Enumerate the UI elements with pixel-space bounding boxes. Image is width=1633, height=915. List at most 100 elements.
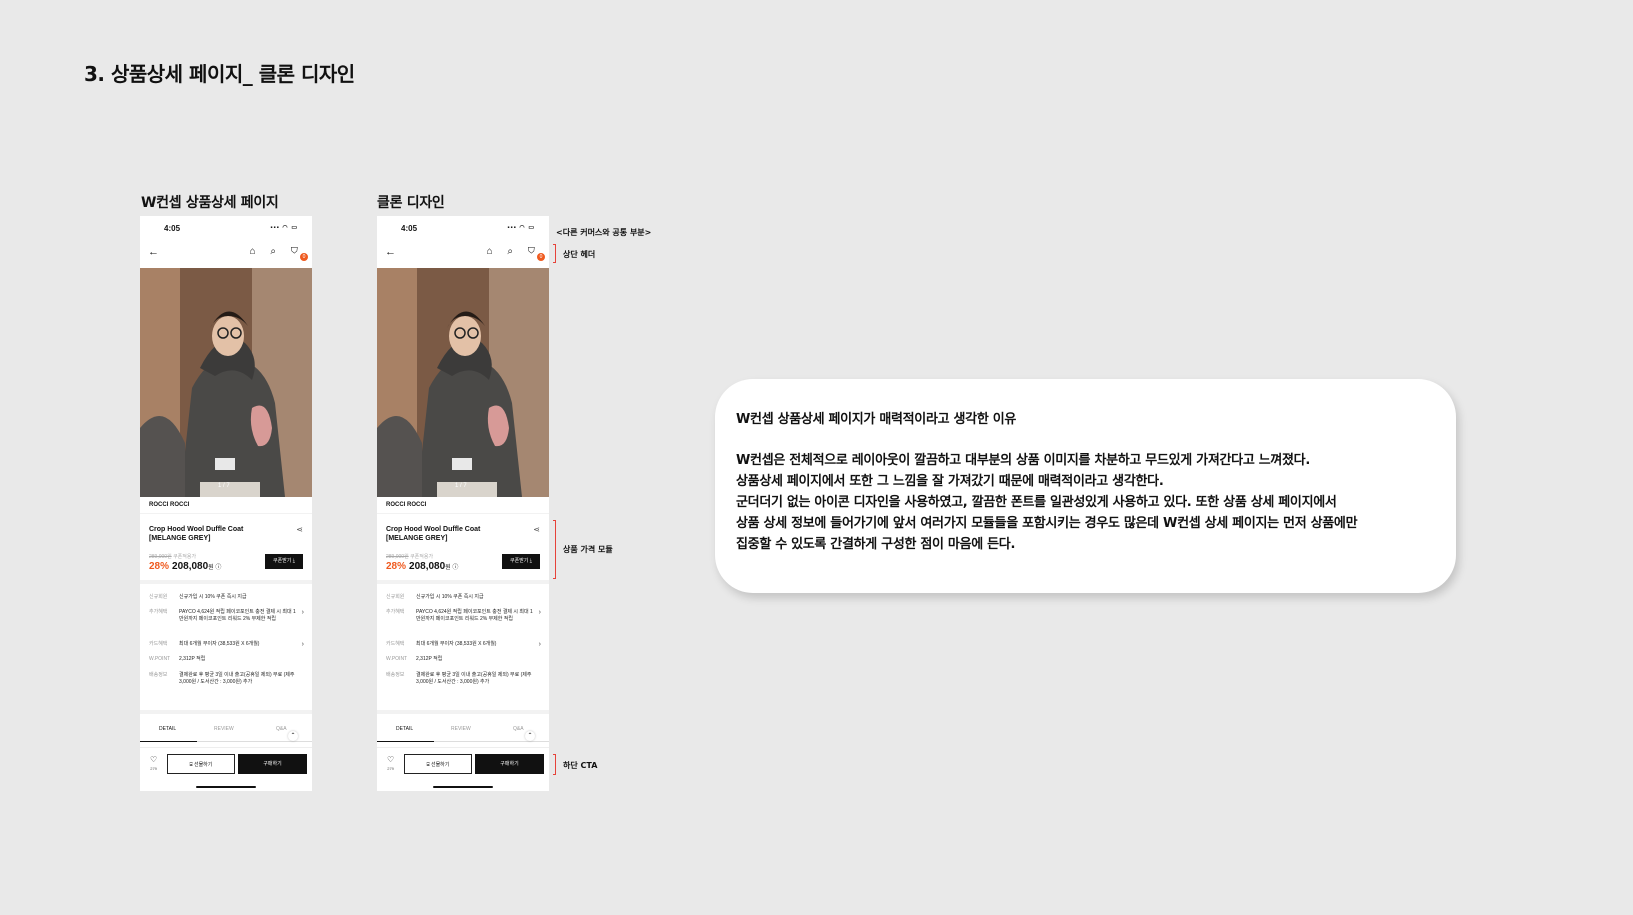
discount-rate: 28% [386, 561, 407, 572]
header-icons[interactable]: ⌂ ⌕ ⛉ [250, 246, 304, 257]
product-photo[interactable]: 1 / 7 [140, 268, 312, 497]
tab-detail[interactable]: DETAIL [396, 726, 413, 732]
back-arrow-icon[interactable]: ← [148, 246, 159, 258]
info-value: 신규가입 시 10% 쿠폰 즉시 지급 [416, 594, 484, 600]
info-value: 결제완료 후 평균 3일 이내 출고(공휴일 제외) 무료 (제주 3,000원… [179, 672, 295, 685]
price-unit: 원 ⓘ [445, 565, 459, 571]
heart-icon: ♡ [150, 755, 158, 764]
card-heading: W컨셉 상품상세 페이지가 매력적이라고 생각한 이유 [736, 412, 1017, 427]
card-body: W컨셉은 전체적으로 레이아웃이 깔끔하고 대부분의 상품 이미지를 차분하고 … [736, 450, 1436, 555]
gift-button[interactable]: ⌸ 선물하기 [167, 754, 235, 774]
card-line: W컨셉은 전체적으로 레이아웃이 깔끔하고 대부분의 상품 이미지를 차분하고 … [736, 453, 1310, 468]
info-key: 추가혜택 [386, 609, 405, 615]
original-price: 289,000원 [149, 554, 172, 560]
product-photo[interactable]: 1 / 7 [377, 268, 549, 497]
info-value: 최대 6개월 무이자 (38,533원 X 6개월) [179, 641, 260, 647]
product-photo-illustration [377, 268, 549, 497]
info-value: 최대 6개월 무이자 (38,533원 X 6개월) [416, 641, 497, 647]
product-name: Crop Hood Wool Duffle Coat [MELANGE GREY… [386, 526, 481, 542]
tab-underline [140, 741, 197, 742]
detail-tabs: DETAIL REVIEW Q&A [377, 719, 549, 742]
brand-name[interactable]: ROCCI ROCCI [386, 502, 426, 508]
page-title: 3. 상품상세 페이지_ 클론 디자인 [84, 62, 355, 86]
cta-bracket [553, 754, 556, 775]
buy-button[interactable]: 구매하기 [238, 754, 307, 774]
info-key: 배송정보 [149, 672, 168, 678]
card-line: 상품 상세 정보에 들어가기에 앞서 여러가지 모듈들을 포함시키는 경우도 많… [736, 516, 1358, 531]
discount-rate: 28% [149, 561, 170, 572]
original-price-note: 쿠폰적용가 [173, 554, 197, 560]
wishlist-button[interactable]: ♡ 279 [387, 755, 394, 773]
info-value: 결제완료 후 평균 3일 이내 출고(공휴일 제외) 무료 (제주 3,000원… [416, 672, 532, 685]
tab-review[interactable]: REVIEW [214, 726, 234, 732]
status-bar: 4:05 ▪▪▪ ◠ ▭ [377, 216, 549, 240]
status-bar: 4:05 ▪▪▪ ◠ ▭ [140, 216, 312, 240]
top-header: ← ⌂ ⌕ ⛉ 0 [140, 240, 312, 268]
chevron-right-icon[interactable]: › [302, 609, 304, 616]
gift-button[interactable]: ⌸ 선물하기 [404, 754, 472, 774]
chevron-right-icon[interactable]: › [539, 609, 541, 616]
brand-name[interactable]: ROCCI ROCCI [149, 502, 189, 508]
tab-qna[interactable]: Q&A [276, 726, 287, 732]
scroll-up-icon[interactable]: ⌃ [288, 731, 298, 741]
tab-qna[interactable]: Q&A [513, 726, 524, 732]
wishlist-button[interactable]: ♡ 279 [150, 755, 157, 773]
header-bracket [553, 244, 556, 263]
status-time: 4:05 [164, 224, 181, 233]
info-key: W.POINT [149, 656, 171, 662]
buy-button[interactable]: 구매하기 [475, 754, 544, 774]
top-header: ← ⌂ ⌕ ⛉ 0 [377, 240, 549, 268]
share-icon[interactable]: ⋖ [296, 525, 303, 534]
clone-column-title: 클론 디자인 [377, 195, 445, 211]
home-indicator [433, 786, 493, 788]
original-phone-screen: 4:05 ▪▪▪ ◠ ▭ ← ⌂ ⌕ ⛉ 0 1 / 7 ROCCI ROCCI… [140, 216, 312, 791]
info-value: 신규가입 시 10% 쿠폰 즉시 지급 [179, 594, 247, 600]
heart-icon: ♡ [387, 755, 395, 764]
section-divider [377, 710, 549, 714]
price-unit: 원 ⓘ [208, 565, 222, 571]
detail-tabs: DETAIL REVIEW Q&A [140, 719, 312, 742]
share-icon[interactable]: ⋖ [533, 525, 540, 534]
section-divider [377, 580, 549, 584]
photo-counter: 1 / 7 [455, 483, 467, 489]
cart-badge: 0 [537, 253, 545, 261]
card-line: 군더더기 없는 아이콘 디자인을 사용하였고, 깔끔한 폰트를 일관성있게 사용… [736, 495, 1337, 510]
tab-review[interactable]: REVIEW [451, 726, 471, 732]
info-key: 추가혜택 [149, 609, 168, 615]
sale-price-row: 28% 208,080원 ⓘ [386, 561, 458, 572]
divider [377, 513, 549, 514]
original-column-title: W컨셉 상품상세 페이지 [141, 195, 279, 211]
scroll-up-icon[interactable]: ⌃ [525, 731, 535, 741]
sale-price: 208,080 [172, 561, 209, 572]
price-module-annotation: 상품 가격 모듈 [563, 545, 613, 554]
info-key: W.POINT [386, 656, 408, 662]
divider [140, 513, 312, 514]
photo-counter: 1 / 7 [218, 483, 230, 489]
bottom-cta-bar: ♡ 279 ⌸ 선물하기 구매하기 [377, 747, 549, 791]
sale-price-row: 28% 208,080원 ⓘ [149, 561, 221, 572]
original-price-note: 쿠폰적용가 [410, 554, 434, 560]
card-line: 집중할 수 있도록 간결하게 구성한 점이 마음에 든다. [736, 537, 1016, 552]
info-key: 신규회원 [149, 594, 168, 600]
back-arrow-icon[interactable]: ← [385, 246, 396, 258]
home-indicator [196, 786, 256, 788]
section-divider [140, 710, 312, 714]
header-icons[interactable]: ⌂ ⌕ ⛉ [487, 246, 541, 257]
clone-phone-screen: 4:05 ▪▪▪ ◠ ▭ ← ⌂ ⌕ ⛉ 0 1 / 7 ROCCI ROCCI… [377, 216, 549, 791]
original-price-row: 289,000원 쿠폰적용가 [386, 553, 433, 560]
tab-underline [377, 741, 434, 742]
chevron-right-icon[interactable]: › [539, 641, 541, 648]
product-photo-illustration [140, 268, 312, 497]
coupon-button[interactable]: 쿠폰받기 ⤓ [502, 554, 540, 569]
original-price-row: 289,000원 쿠폰적용가 [149, 553, 196, 560]
info-value: PAYCO 4,624원 적립 페이코포인트 충전 결제 시 최대 1만원까지 … [179, 609, 296, 622]
chevron-right-icon[interactable]: › [302, 641, 304, 648]
info-key: 신규회원 [386, 594, 405, 600]
info-key: 배송정보 [386, 672, 405, 678]
section-divider [140, 580, 312, 584]
common-parts-label: <다른 커머스와 공통 부분> [556, 228, 652, 237]
coupon-button[interactable]: 쿠폰받기 ⤓ [265, 554, 303, 569]
wish-count: 279 [150, 766, 157, 771]
price-module-bracket [553, 520, 556, 579]
tab-detail[interactable]: DETAIL [159, 726, 176, 732]
